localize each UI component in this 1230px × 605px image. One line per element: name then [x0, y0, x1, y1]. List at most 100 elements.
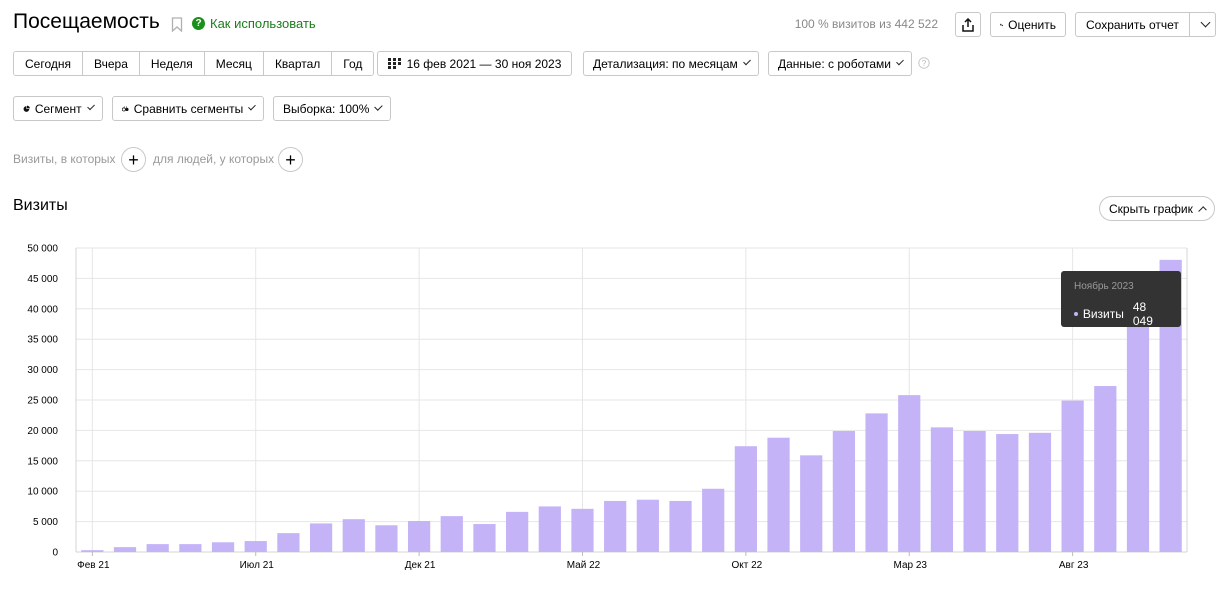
bar[interactable] [930, 427, 954, 552]
bar[interactable] [669, 500, 692, 552]
x-tick-label: Окт 22 [731, 560, 762, 571]
bar[interactable] [996, 434, 1019, 552]
bar[interactable] [244, 541, 267, 552]
chevron-down-icon [742, 57, 751, 66]
help-icon[interactable]: ? [918, 57, 930, 69]
bar[interactable] [113, 547, 137, 552]
people-where-label: для людей, у которых [153, 152, 275, 166]
add-visit-condition-button[interactable]: + [121, 147, 146, 172]
svg-text:?: ? [922, 59, 927, 68]
bar[interactable] [963, 431, 986, 552]
bar[interactable] [440, 516, 463, 552]
save-report-label[interactable]: Сохранить отчет [1076, 13, 1190, 36]
bar[interactable] [407, 520, 431, 552]
period-today[interactable]: Сегодня [14, 52, 83, 75]
bar[interactable] [277, 533, 300, 552]
bars [81, 259, 1182, 552]
bar[interactable] [1126, 308, 1150, 552]
detail-dropdown[interactable]: Детализация: по месяцам [583, 51, 759, 76]
bar[interactable] [865, 413, 888, 552]
bar[interactable] [81, 550, 104, 552]
series-dot-icon [1074, 312, 1078, 316]
y-tick-label: 20 000 [27, 426, 58, 437]
bar[interactable] [734, 446, 757, 552]
visits-share-text: 100 % визитов из 442 522 [794, 17, 938, 31]
visits-bar-chart: 0 5 000 10 000 15 000 20 000 25 000 30 000 35 0… [27, 244, 1188, 571]
chevron-down-icon [248, 102, 256, 111]
share-icon [962, 17, 974, 32]
period-year[interactable]: Год [332, 52, 374, 75]
bar[interactable] [538, 506, 561, 552]
bar[interactable] [309, 523, 333, 552]
x-tick-label: Май 22 [567, 560, 601, 571]
chevron-down-icon [1201, 17, 1211, 28]
chart-tooltip: Ноябрь 2023 Визиты 48 049 [1061, 271, 1181, 328]
rate-button[interactable]: Оценить [990, 12, 1066, 37]
period-yesterday[interactable]: Вчера [83, 52, 140, 75]
add-people-condition-button[interactable]: + [278, 147, 303, 172]
segment-dropdown[interactable]: Сегмент [13, 96, 103, 121]
chart-section-title: Визиты [13, 197, 68, 214]
x-tick-label: Мар 23 [894, 560, 928, 571]
period-month[interactable]: Месяц [204, 52, 264, 75]
how-to-use-link[interactable]: ? Как использовать [192, 16, 316, 31]
chart-grid [75, 247, 1188, 553]
save-report-button[interactable]: Сохранить отчет [1075, 12, 1216, 37]
bar[interactable] [636, 499, 659, 552]
plus-icon: + [285, 149, 296, 170]
bar[interactable] [800, 455, 823, 552]
x-tick-label: Фев 21 [77, 560, 110, 571]
y-tick-label: 40 000 [27, 304, 58, 315]
period-week[interactable]: Неделя [139, 52, 205, 75]
x-tick-label: Авг 23 [1059, 560, 1089, 571]
question-icon: ? [192, 17, 205, 30]
y-tick-label: 45 000 [27, 274, 58, 285]
chevron-down-icon [86, 102, 95, 111]
tooltip-value: 48 049 [1132, 300, 1153, 328]
compare-segments-label: Сравнить сегменты [133, 101, 244, 116]
date-range-button[interactable]: 16 фев 2021 — 30 ноя 2023 [377, 51, 572, 76]
bookmark-icon[interactable] [171, 17, 183, 32]
bar[interactable] [898, 395, 921, 552]
sample-label: Выборка: 100% [283, 101, 370, 116]
bar[interactable] [702, 488, 725, 552]
page-title: Посещаемость [13, 10, 160, 33]
export-button[interactable] [955, 12, 981, 37]
bar[interactable] [473, 524, 496, 552]
bar[interactable] [1094, 386, 1117, 552]
compare-segments-dropdown[interactable]: Сравнить сегменты [112, 96, 264, 121]
bar[interactable] [1061, 400, 1084, 552]
data-dropdown[interactable]: Данные: с роботами [768, 51, 912, 76]
y-tick-label: 0 [52, 548, 58, 559]
visits-where-label: Визиты, в которых [13, 152, 116, 166]
compare-icon [122, 105, 129, 111]
bar[interactable] [146, 544, 169, 552]
x-tick-label: Дек 21 [405, 560, 436, 571]
chevron-down-icon [896, 57, 904, 66]
sample-dropdown[interactable]: Выборка: 100% [273, 96, 391, 121]
how-to-use-label: Как использовать [210, 16, 316, 31]
bar[interactable] [375, 525, 398, 552]
bar[interactable] [571, 508, 594, 552]
bar[interactable] [767, 437, 790, 552]
bar[interactable] [179, 544, 202, 552]
rate-label: Оценить [1008, 17, 1056, 32]
y-axis: 0 5 000 10 000 15 000 20 000 25 000 30 000 35 0… [27, 244, 58, 559]
x-tick-label: Июл 21 [240, 560, 275, 571]
tooltip-row: Визиты 48 049 [1074, 300, 1168, 328]
hide-chart-button[interactable]: Скрыть график [1099, 196, 1215, 221]
bar[interactable] [211, 542, 235, 552]
period-quarter[interactable]: Квартал [263, 52, 333, 75]
y-tick-label: 35 000 [27, 335, 58, 346]
quote-icon [1000, 23, 1003, 26]
bar[interactable] [604, 500, 627, 552]
bar[interactable] [1028, 432, 1052, 552]
chevron-down-icon [374, 102, 383, 111]
bar[interactable] [506, 511, 529, 552]
bar[interactable] [832, 431, 856, 552]
detail-label: Детализация: по месяцам [593, 56, 738, 71]
save-report-dropdown[interactable] [1195, 17, 1215, 28]
data-label: Данные: с роботами [778, 56, 891, 71]
bar[interactable] [342, 519, 365, 552]
plus-icon: + [128, 149, 139, 170]
